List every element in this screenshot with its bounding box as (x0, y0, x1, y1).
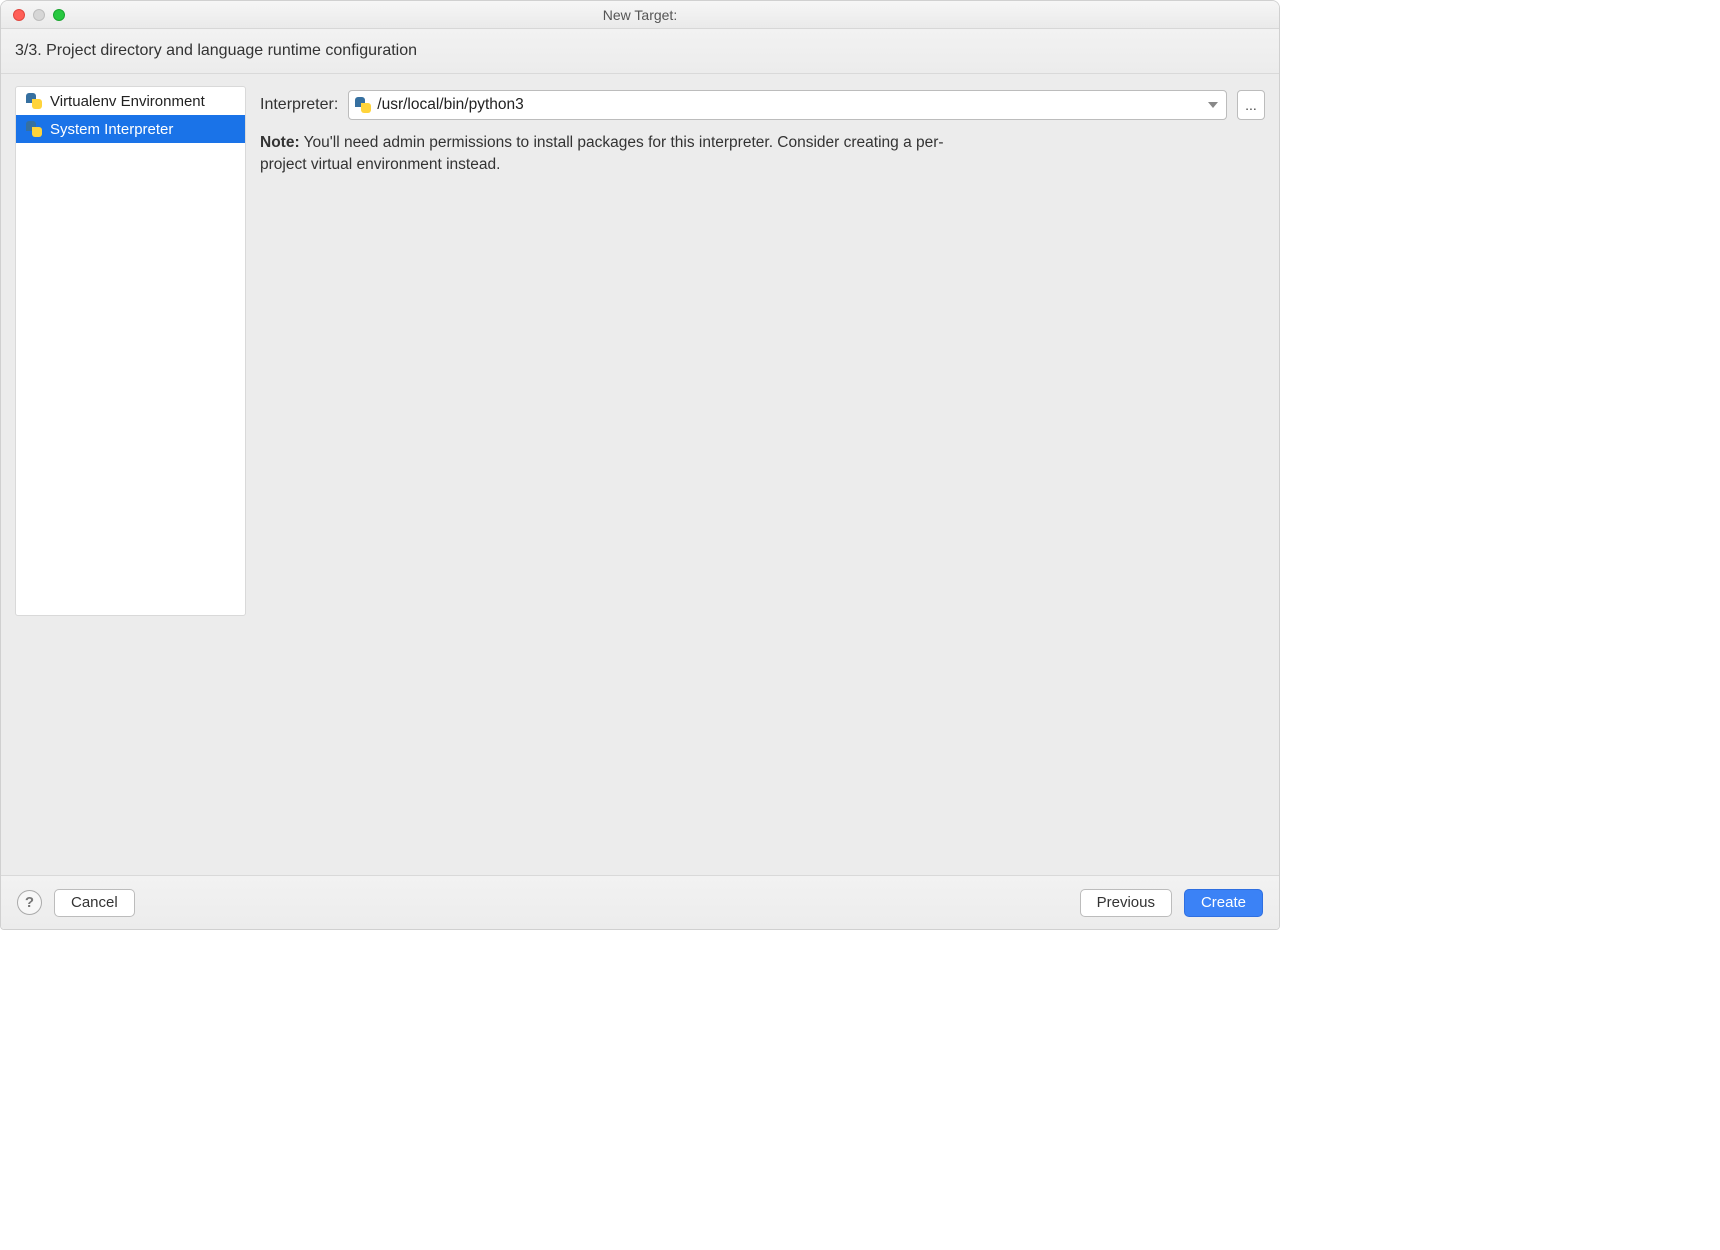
create-button[interactable]: Create (1184, 889, 1263, 917)
cancel-button[interactable]: Cancel (54, 889, 135, 917)
python-icon (355, 97, 371, 113)
sidebar-item-system-interpreter[interactable]: System Interpreter (16, 115, 245, 143)
python-icon (26, 93, 42, 109)
previous-button[interactable]: Previous (1080, 889, 1172, 917)
note-text: You'll need admin permissions to install… (260, 134, 944, 173)
help-button[interactable]: ? (17, 890, 42, 915)
close-window-icon[interactable] (13, 9, 25, 21)
sidebar-item-label: Virtualenv Environment (50, 93, 205, 110)
dialog-footer: ? Cancel Previous Create (1, 875, 1279, 929)
interpreter-combobox[interactable]: /usr/local/bin/python3 (348, 90, 1227, 120)
create-button-label: Create (1201, 894, 1246, 911)
interpreter-field-row: Interpreter: /usr/local/bin/python3 ... (260, 90, 1265, 120)
browse-button[interactable]: ... (1237, 90, 1265, 120)
step-subtitle: 3/3. Project directory and language runt… (1, 29, 1279, 74)
previous-button-label: Previous (1097, 894, 1155, 911)
interpreter-label: Interpreter: (260, 96, 338, 114)
python-icon (26, 121, 42, 137)
browse-button-label: ... (1245, 97, 1257, 113)
dialog-window: New Target: 3/3. Project directory and l… (0, 0, 1280, 930)
zoom-window-icon[interactable] (53, 9, 65, 21)
interpreter-type-sidebar: Virtualenv Environment System Interprete… (15, 86, 246, 616)
help-icon: ? (25, 894, 34, 911)
main-panel: Interpreter: /usr/local/bin/python3 ... … (246, 74, 1279, 875)
titlebar: New Target: (1, 1, 1279, 29)
sidebar-item-label: System Interpreter (50, 121, 173, 138)
interpreter-value: /usr/local/bin/python3 (377, 96, 523, 114)
chevron-down-icon (1208, 102, 1218, 108)
window-title: New Target: (603, 7, 677, 23)
window-controls (13, 9, 65, 21)
note-prefix: Note: (260, 134, 300, 151)
cancel-button-label: Cancel (71, 894, 118, 911)
dialog-body: Virtualenv Environment System Interprete… (1, 74, 1279, 875)
sidebar-item-virtualenv[interactable]: Virtualenv Environment (16, 87, 245, 115)
interpreter-note: Note: You'll need admin permissions to i… (260, 132, 990, 177)
minimize-window-icon[interactable] (33, 9, 45, 21)
